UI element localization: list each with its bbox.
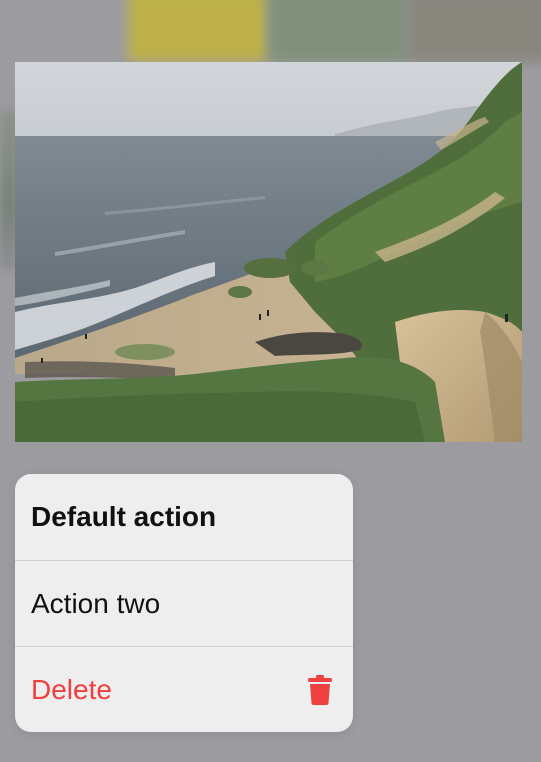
default-action-menu-item[interactable]: Default action <box>15 474 353 560</box>
menu-item-label: Delete <box>31 673 112 705</box>
menu-item-label: Action two <box>31 587 161 619</box>
preview-image[interactable] <box>15 62 522 442</box>
delete-menu-item[interactable]: Delete <box>15 646 353 732</box>
context-menu-screen: Default action Action two Delete <box>0 0 541 762</box>
landscape-photo <box>15 62 522 442</box>
background-thumbnail <box>408 0 541 62</box>
context-menu: Default action Action two Delete <box>15 474 353 732</box>
background-thumbnail <box>268 0 408 62</box>
background-thumbnail <box>128 0 268 62</box>
menu-item-label: Default action <box>31 501 217 532</box>
action-two-menu-item[interactable]: Action two <box>15 560 353 646</box>
trash-icon <box>308 674 332 705</box>
